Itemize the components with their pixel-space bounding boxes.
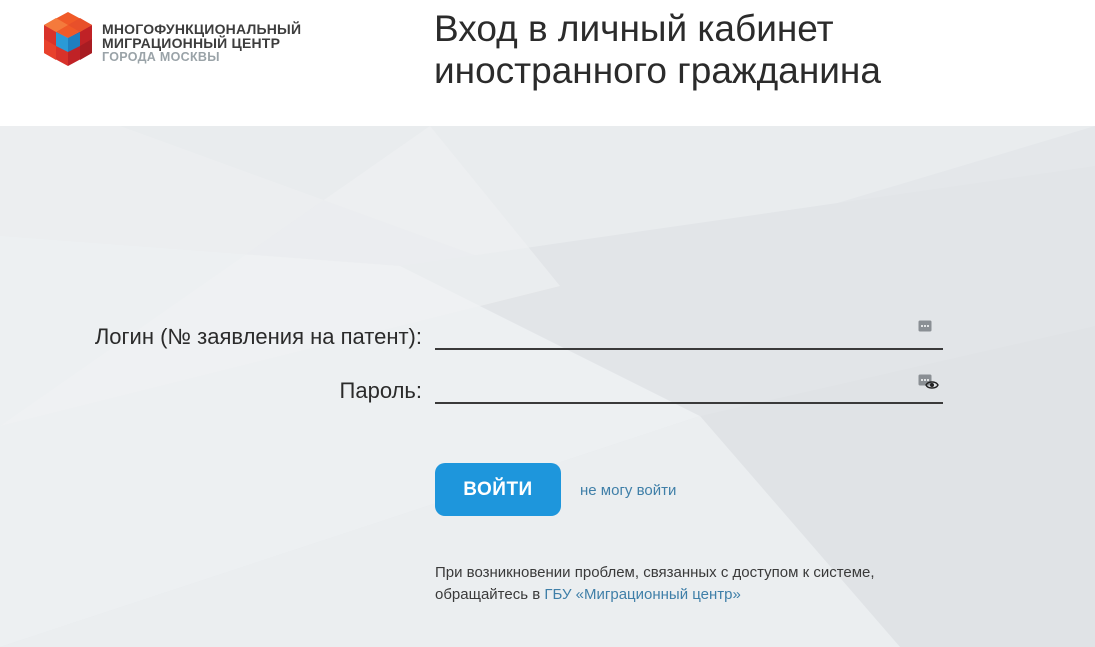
login-label: Логин (№ заявления на патент): [94, 324, 422, 349]
password-manager-icon[interactable] [918, 320, 932, 332]
password-row: Пароль: [0, 372, 1095, 412]
migration-center-link[interactable]: ГБУ «Миграционный центр» [544, 586, 741, 603]
support-info-line-1: При возникновении проблем, связанных с д… [435, 564, 875, 581]
login-input[interactable] [435, 318, 943, 350]
login-button[interactable]: ВОЙТИ [435, 463, 561, 516]
logo-cube-icon [44, 12, 92, 66]
password-input[interactable] [435, 372, 943, 404]
support-info: При возникновении проблем, связанных с д… [435, 562, 955, 606]
show-password-eye-icon[interactable] [925, 380, 939, 390]
login-row: Логин (№ заявления на патент): [0, 318, 1095, 358]
logo-line-1: МНОГОФУНКЦИОНАЛЬНЫЙ [102, 21, 302, 37]
mmc-logo[interactable]: МНОГОФУНКЦИОНАЛЬНЫЙ МИГРАЦИОННЫЙ ЦЕНТР Г… [42, 10, 312, 70]
page-header: МНОГОФУНКЦИОНАЛЬНЫЙ МИГРАЦИОННЫЙ ЦЕНТР Г… [0, 0, 1095, 126]
login-panel: Логин (№ заявления на патент): Пароль: В… [0, 126, 1095, 647]
support-info-line-2: обращайтесь в [435, 586, 545, 603]
password-label: Пароль: [339, 378, 422, 403]
logo-line-2: МИГРАЦИОННЫЙ ЦЕНТР [102, 35, 281, 51]
page-title: Вход в личный кабинет иностранного гражд… [434, 8, 881, 91]
cannot-login-link[interactable]: не могу войти [580, 482, 676, 499]
logo-line-3: ГОРОДА МОСКВЫ [102, 50, 220, 64]
